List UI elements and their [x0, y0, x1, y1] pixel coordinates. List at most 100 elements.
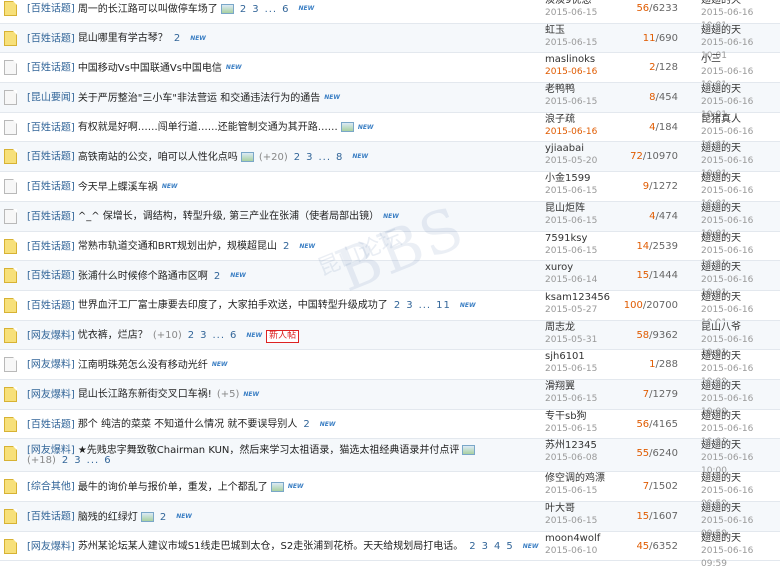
thread-category-link[interactable]: [百姓话题]	[27, 182, 75, 193]
thread-title-link[interactable]: ^_^ 保增长，调结构，转型升级, 第三产业在张浦（使者局部出镜）	[78, 211, 379, 222]
thread-row[interactable]: [百姓话题] 高铁南站的公交，咱可以人性化点吗 (+20) 2 3... 8 NEW yjia…	[0, 142, 780, 179]
last-poster-link[interactable]: 翅翅的天	[701, 83, 780, 96]
thread-row[interactable]: [百姓话题] 昆山哪里有学古琴？ 2 NEW 虹玉 2015-06-15 11/690 翅翅的…	[0, 23, 780, 61]
page-link[interactable]: 2	[214, 271, 221, 282]
page-link[interactable]: 2	[294, 152, 301, 163]
thread-category-link[interactable]: [网友爆料]	[27, 389, 75, 400]
thread-title-link[interactable]: ★先贱忠字舞致敬Chairman KUN，然后来学习太祖语录，猫选太祖经典语录并…	[78, 445, 460, 456]
page-link[interactable]: 3	[252, 4, 259, 15]
page-link[interactable]: 2	[394, 300, 401, 311]
last-poster-link[interactable]: 翅翅的天	[701, 350, 780, 363]
thread-category-link[interactable]: [网友爆料]	[27, 541, 75, 552]
thread-title-link[interactable]: 关于严厉整治"三小车"非法营运 和交通违法行为的通告	[78, 93, 320, 104]
thread-category-link[interactable]: [网友爆料]	[27, 330, 75, 341]
thread-row[interactable]: [综合其他] 最牛的询价单与报价单，重发，上个都乱了 NEW 修空调的鸡漂 2015-0…	[0, 472, 780, 509]
last-poster-link[interactable]: 翅翅的天	[701, 232, 780, 245]
thread-title-link[interactable]: 忧衣裤，烂店？	[78, 330, 148, 341]
thread-row[interactable]: [昆山要闻] 关于严厉整治"三小车"非法营运 和交通违法行为的通告 NEW 老鸭鸭 20…	[0, 83, 780, 120]
thread-title-link[interactable]: 脑残的红绿灯	[78, 512, 138, 523]
thread-title-link[interactable]: 常熟市轨道交通和BRT规划出炉，规模超昆山	[78, 241, 277, 252]
last-poster-link[interactable]: 翅翅的天	[701, 439, 780, 452]
page-link[interactable]: 3	[406, 300, 413, 311]
page-link[interactable]: 2	[303, 419, 310, 430]
page-link[interactable]: 2	[174, 33, 181, 44]
last-poster-link[interactable]: 翅翅的天	[701, 291, 780, 304]
thread-title-link[interactable]: 高铁南站的公交，咱可以人性化点吗	[78, 152, 238, 163]
page-link[interactable]: 2	[240, 4, 247, 15]
thread-title-link[interactable]: 江南明珠苑怎么没有移动光纤	[78, 360, 208, 371]
thread-category-link[interactable]: [百姓话题]	[27, 211, 75, 222]
thread-category-link[interactable]: [百姓话题]	[27, 300, 75, 311]
page-link[interactable]: 2	[188, 330, 195, 341]
page-link[interactable]: 11	[436, 300, 451, 311]
thread-title-link[interactable]: 周一的长江路可以叫做停车场了	[78, 4, 218, 15]
thread-category-link[interactable]: [网友爆料]	[27, 360, 75, 371]
last-poster-link[interactable]: 翅翅的天	[701, 410, 780, 423]
thread-row[interactable]: [百姓话题] 今天早上蝶溪车祸 NEW 小金1599 2015-06-15 9/1272 翅…	[0, 172, 780, 209]
last-poster-link[interactable]: 昆猪真人	[701, 113, 780, 126]
thread-category-link[interactable]: [昆山要闻]	[27, 93, 75, 104]
thread-category-link[interactable]: [百姓话题]	[27, 4, 75, 15]
page-link[interactable]: 2	[469, 541, 476, 552]
thread-row[interactable]: [百姓话题] 周一的长江路可以叫做停车场了 2 3... 6 NEW 淡淡9优悠 2015-0…	[0, 0, 780, 31]
last-poster-link[interactable]: 昆山八爷	[701, 321, 780, 334]
thread-category-link[interactable]: [百姓话题]	[27, 63, 75, 74]
page-link[interactable]: 2	[62, 455, 69, 466]
thread-title-link[interactable]: 那个 纯洁的菜菜 不知道什么情况 就不要误导别人	[78, 419, 298, 430]
thread-row[interactable]: [百姓话题] 中国移动Vs中国联通Vs中国电信 NEW maslinoks 2015-0…	[0, 53, 780, 90]
page-link[interactable]: 3	[74, 455, 81, 466]
thread-category-link[interactable]: [百姓话题]	[27, 152, 75, 163]
thread-category-link[interactable]: [百姓话题]	[27, 512, 75, 523]
last-post-date-link[interactable]: 2015-06-16 09:59	[701, 545, 780, 571]
page-link[interactable]: 6	[230, 330, 237, 341]
thread-row[interactable]: [百姓话题] 常熟市轨道交通和BRT规划出炉，规模超昆山 2 NEW 7591ksy 20…	[0, 232, 780, 269]
thread-title-link[interactable]: 有权就是好啊……闯单行道……还能管制交通为其开路……	[78, 122, 338, 133]
thread-title-link[interactable]: 张浦什么时候修个路通市区啊	[78, 271, 208, 282]
thread-category-link[interactable]: [百姓话题]	[27, 419, 75, 430]
thread-title-link[interactable]: 最牛的询价单与报价单，重发，上个都乱了	[78, 482, 268, 493]
thread-title-link[interactable]: 今天早上蝶溪车祸	[78, 182, 158, 193]
page-link[interactable]: 6	[282, 4, 289, 15]
last-poster-link[interactable]: 翅翅的天	[701, 142, 780, 155]
last-poster-link[interactable]: 翅翅的天	[701, 502, 780, 515]
page-link[interactable]: 4	[494, 541, 501, 552]
last-poster-link[interactable]: 翅翅的天	[701, 380, 780, 393]
thread-title-link[interactable]: 昆山长江路东新街交叉口车祸!	[78, 389, 212, 400]
thread-row[interactable]: [百姓话题] 有权就是好啊……闯单行道……还能管制交通为其开路…… NEW 浪子疏 20…	[0, 113, 780, 150]
thread-category-link[interactable]: [百姓话题]	[27, 241, 75, 252]
last-poster-link[interactable]: 小三	[701, 53, 780, 66]
thread-category-link[interactable]: [综合其他]	[27, 482, 75, 493]
last-poster-link[interactable]: 翅翅的天	[701, 172, 780, 185]
thread-row[interactable]: [百姓话题] 脑残的红绿灯 2 NEW 叶大哥 2015-06-15 15/1607 翅翅的天…	[0, 502, 780, 539]
thread-category-link[interactable]: [百姓话题]	[27, 271, 75, 282]
page-link[interactable]: 3	[306, 152, 313, 163]
last-poster-link[interactable]: 翅翅的天	[701, 202, 780, 215]
thread-row[interactable]: [网友爆料] 昆山长江路东新街交叉口车祸! (+5) NEW 滑翔翼 2015-06-15…	[0, 379, 780, 417]
thread-title-link[interactable]: 世界血汗工厂富士康要去印度了，大家拍手欢送，中国转型升级成功了	[78, 300, 388, 311]
thread-row[interactable]: [百姓话题] 张浦什么时候修个路通市区啊 2 NEW xuroy 2015-06-14 15…	[0, 261, 780, 298]
thread-title-link[interactable]: 中国移动Vs中国联通Vs中国电信	[78, 63, 222, 74]
page-link[interactable]: 3	[482, 541, 489, 552]
page-link[interactable]: 5	[506, 541, 513, 552]
page-link[interactable]: 2	[160, 512, 167, 523]
last-poster-link[interactable]: 翅翅的天	[701, 532, 780, 545]
page-link[interactable]: 6	[104, 455, 111, 466]
thread-row[interactable]: [网友爆料] ★先贱忠字舞致敬Chairman KUN，然后来学习太祖语录，猫选太…	[0, 439, 780, 476]
thread-row[interactable]: [网友爆料] 江南明珠苑怎么没有移动光纤 NEW sjh6101 2015-06-15 1…	[0, 350, 780, 387]
thread-category-link[interactable]: [百姓话题]	[27, 122, 75, 133]
thread-row[interactable]: [百姓话题] 那个 纯洁的菜菜 不知道什么情况 就不要误导别人 2 NEW 专干sb狗 2…	[0, 410, 780, 447]
thread-row[interactable]: [网友爆料] 苏州某论坛某人建议市域S1线走巴城到太仓，S2走张浦到花桥。天天给规…	[0, 532, 780, 569]
last-poster-link[interactable]: 翅翅的天	[701, 261, 780, 274]
page-link[interactable]: 8	[336, 152, 343, 163]
thread-category-link[interactable]: [百姓话题]	[27, 33, 75, 44]
thread-title-link[interactable]: 昆山哪里有学古琴？	[78, 33, 168, 44]
thread-title-link[interactable]: 苏州某论坛某人建议市域S1线走巴城到太仓，S2走张浦到花桥。天天给规划局打电话。	[78, 541, 463, 552]
page-link[interactable]: 2	[283, 241, 290, 252]
last-poster-link[interactable]: 翅翅的天	[701, 24, 780, 37]
thread-row[interactable]: [百姓话题] 世界血汗工厂富士康要去印度了，大家拍手欢送，中国转型升级成功了 2 3.…	[0, 291, 780, 328]
thread-row[interactable]: [网友爆料] 忧衣裤，烂店？ (+10) 2 3... 6 NEW 新人帖 周志龙 2015-05…	[0, 320, 780, 358]
thread-row[interactable]: [百姓话题] ^_^ 保增长，调结构，转型升级, 第三产业在张浦（使者局部出镜） N…	[0, 201, 780, 239]
page-link[interactable]: 3	[200, 330, 207, 341]
last-poster-link[interactable]: 翅翅的天	[701, 472, 780, 485]
last-poster-link[interactable]: 翅翅的天	[701, 0, 780, 7]
